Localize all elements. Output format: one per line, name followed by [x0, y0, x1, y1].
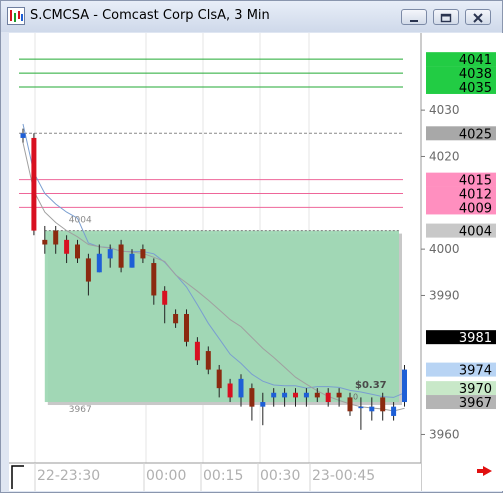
minimize-button[interactable]	[401, 9, 427, 25]
candle-body	[293, 392, 298, 398]
x-tick-label: 00:15	[203, 468, 243, 484]
candle-body	[227, 383, 233, 398]
price-tag-label: 4012	[459, 188, 492, 203]
x-tick-label: 00:00	[146, 468, 186, 484]
candle-body	[325, 392, 331, 403]
price-tag: 3970	[426, 381, 496, 397]
price-tag-label: 3970	[459, 382, 492, 397]
chart-app-icon	[7, 7, 25, 25]
price-tag: 4025	[426, 126, 496, 142]
candle-body	[303, 392, 309, 398]
x-tick-label: 22-23:30	[37, 468, 100, 484]
window-title: S.CMCSA - Comcast Corp ClsA, 3 Min	[30, 8, 270, 23]
candle-body	[282, 392, 288, 398]
candle-body	[271, 392, 277, 398]
candle-body	[75, 244, 80, 259]
price-tag: 3981	[426, 330, 496, 346]
title-bar[interactable]: S.CMCSA - Comcast Corp ClsA, 3 Min	[1, 1, 502, 32]
candle-body	[391, 406, 397, 416]
candle-body	[205, 351, 211, 370]
price-tag-label: 3974	[459, 364, 492, 379]
candle-body	[194, 341, 200, 361]
x-tick-label: 23-00:45	[312, 468, 375, 484]
box-annotation: $0.37	[355, 380, 387, 391]
price-tag-label: 3967	[459, 396, 492, 411]
price-axis-background	[421, 33, 503, 491]
price-tag: 3967	[426, 395, 496, 411]
candle-body	[96, 253, 102, 273]
candle-body	[151, 263, 157, 296]
candle-body	[31, 137, 37, 231]
chart-area[interactable]: 4004 3967 $0.37 0 4030 4020 4000 3990 3960 4041…	[9, 33, 503, 491]
price-tag-label: 4035	[459, 81, 492, 96]
x-tick-label: 00:30	[260, 468, 300, 484]
y-tick-label: 3960	[429, 427, 460, 441]
candle-body	[20, 133, 26, 138]
y-tick-label: 4000	[429, 242, 460, 256]
candle-body	[369, 406, 375, 412]
candle-body	[238, 378, 244, 398]
candle-body	[140, 249, 146, 259]
price-tag-label: 4041	[459, 53, 492, 68]
candle-body	[64, 239, 70, 254]
price-tag: 4004	[426, 223, 496, 240]
price-tag-label: 3981	[459, 331, 492, 346]
candle-body	[107, 249, 113, 259]
candle-body	[347, 397, 353, 412]
candle-body	[216, 369, 222, 389]
price-tag: 3974	[426, 362, 496, 379]
price-tag: 4038	[426, 66, 496, 82]
range-high-label: 4004	[69, 216, 92, 226]
candle-body	[336, 392, 342, 398]
y-tick-label: 3990	[429, 288, 460, 302]
price-tag-label: 4009	[459, 201, 492, 216]
close-button[interactable]	[465, 9, 491, 25]
price-tag: 4041	[426, 52, 496, 68]
y-tick-label: 4030	[429, 103, 460, 117]
corner-marker	[11, 465, 25, 489]
maximize-button[interactable]	[433, 9, 459, 25]
candle-body	[173, 314, 179, 324]
price-chart[interactable]: 4004 3967 $0.370 4030 4020 4000 3990 3960 4041…	[9, 33, 503, 491]
price-tag-label: 4004	[459, 225, 492, 240]
candle-body	[184, 314, 189, 342]
minimize-icon	[410, 20, 418, 22]
close-icon	[473, 13, 483, 23]
candle-body	[314, 392, 320, 398]
price-tag-label: 4015	[459, 174, 492, 189]
candle-body	[358, 406, 364, 409]
price-tag: 4015	[426, 172, 496, 189]
range-low-label: 3967	[69, 405, 92, 415]
candle-body	[249, 388, 255, 407]
price-tag-label: 4025	[459, 127, 492, 142]
price-tag: 4012	[426, 186, 496, 203]
candle-body	[85, 258, 91, 282]
maximize-icon	[440, 13, 452, 23]
candle-body	[402, 369, 407, 403]
price-tag-label: 4038	[459, 67, 492, 82]
candle-body	[42, 239, 48, 245]
y-tick-label: 4020	[429, 149, 460, 163]
candle-body	[162, 290, 168, 305]
price-tag: 4009	[426, 200, 496, 216]
candle-body	[260, 402, 266, 407]
chart-window: S.CMCSA - Comcast Corp ClsA, 3 Min 4004 3…	[0, 0, 503, 493]
candle-body	[118, 244, 124, 268]
box-annotation-sub: 0	[353, 392, 358, 401]
candle-body	[53, 230, 59, 245]
candle-body	[129, 253, 135, 268]
price-tag: 4035	[426, 79, 496, 96]
candle-body	[380, 397, 386, 412]
